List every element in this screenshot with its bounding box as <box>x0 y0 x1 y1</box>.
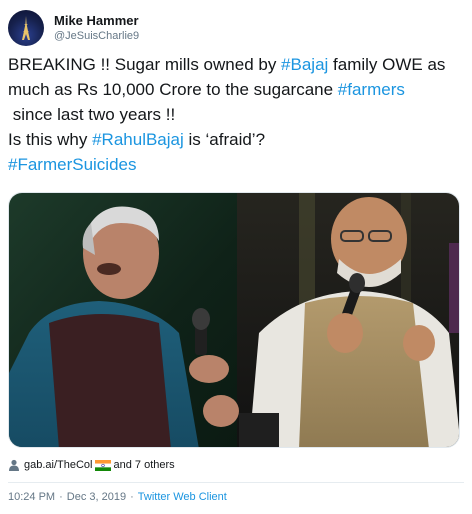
divider <box>8 482 464 483</box>
social-context: gab.ai/TheCol and 7 others <box>8 457 175 473</box>
hashtag-link[interactable]: #RahulBajaj <box>92 130 184 149</box>
tweet-photo[interactable] <box>8 192 460 448</box>
tweet-text: BREAKING !! Sugar mills owned by #Bajaj … <box>8 52 464 177</box>
tweet-text-segment: since last two years !! <box>8 105 176 124</box>
tweet-text-segment: much as Rs 10,000 Crore to the sugarcane <box>8 80 338 99</box>
photo-two-men-on-stage <box>9 193 459 447</box>
tweet-date[interactable]: Dec 3, 2019 <box>67 491 126 503</box>
india-flag-icon <box>94 459 111 471</box>
tweet-text-line: much as Rs 10,000 Crore to the sugarcane… <box>8 77 464 102</box>
tweet-card: Mike Hammer @JeSuisCharlie9 BREAKING !! … <box>0 0 472 514</box>
hashtag-link[interactable]: #Bajaj <box>281 55 328 74</box>
tweet-text-line: #FarmerSuicides <box>8 152 464 177</box>
tweet-text-line: Is this why #RahulBajaj is ‘afraid’? <box>8 127 464 152</box>
tweet-header: Mike Hammer @JeSuisCharlie9 <box>8 8 139 48</box>
tweet-text-segment: BREAKING !! Sugar mills owned by <box>8 55 282 74</box>
tweet-text-segment: family OWE as <box>328 55 446 74</box>
author-handle[interactable]: @JeSuisCharlie9 <box>54 29 139 43</box>
tweet-text-segment: is ‘afraid’? <box>183 130 266 149</box>
tweet-text-line: since last two years !! <box>8 102 464 127</box>
tweet-time[interactable]: 10:24 PM <box>8 491 55 503</box>
hashtag-link[interactable]: #FarmerSuicides <box>8 155 137 174</box>
tweet-text-line: BREAKING !! Sugar mills owned by #Bajaj … <box>8 52 464 77</box>
tagged-user-link[interactable]: gab.ai/TheCol <box>24 459 93 471</box>
tweet-meta: 10:24 PM · Dec 3, 2019 · Twitter Web Cli… <box>8 491 227 503</box>
meta-separator: · <box>130 491 134 503</box>
tweet-text-segment: Is this why <box>8 130 93 149</box>
author-name[interactable]: Mike Hammer <box>54 13 139 29</box>
tweet-client-link[interactable]: Twitter Web Client <box>138 491 227 503</box>
avatar[interactable] <box>8 10 44 46</box>
person-icon <box>9 459 19 471</box>
author-block: Mike Hammer @JeSuisCharlie9 <box>54 13 139 43</box>
hashtag-link[interactable]: #farmers <box>338 80 405 99</box>
others-link[interactable]: and 7 others <box>114 459 175 471</box>
meta-separator: · <box>59 491 63 503</box>
eiffel-tower-icon <box>22 16 30 40</box>
